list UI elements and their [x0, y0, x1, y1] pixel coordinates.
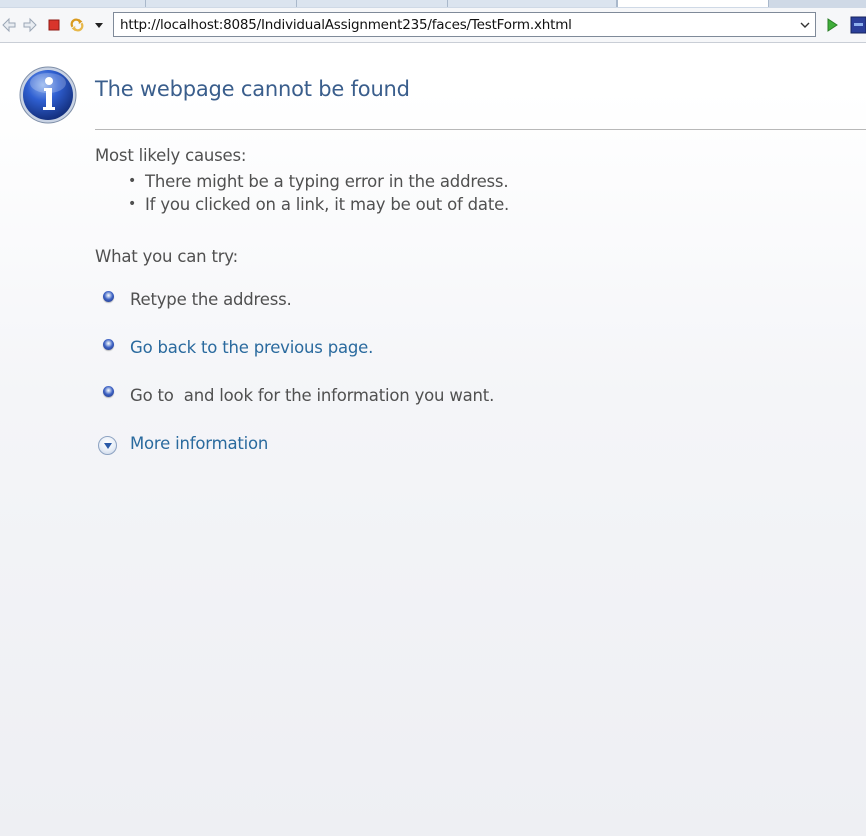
browser-tab-active[interactable]: [617, 0, 769, 7]
expand-circle-icon[interactable]: [98, 436, 117, 455]
refresh-icon: [70, 18, 84, 32]
bullet-sphere-icon: [103, 291, 114, 302]
bullet-sphere-icon: [103, 386, 114, 397]
page-title: The webpage cannot be found: [95, 77, 410, 101]
cause-item: If you clicked on a link, it may be out …: [145, 195, 510, 214]
chevron-down-icon: [95, 23, 103, 28]
forward-arrow-icon: [23, 17, 37, 33]
browser-tab[interactable]: [146, 0, 297, 7]
retype-address-text: Retype the address.: [130, 290, 292, 309]
browser-tab[interactable]: [0, 0, 146, 7]
forward-button[interactable]: [22, 17, 38, 33]
extension-button[interactable]: [850, 16, 866, 34]
extension-icon: [850, 16, 866, 34]
chevron-down-icon: [103, 442, 112, 449]
back-arrow-icon: [2, 17, 16, 33]
more-information-link[interactable]: More information: [130, 434, 268, 453]
bullet-sphere-icon: [103, 339, 114, 350]
stop-button[interactable]: [46, 17, 62, 33]
stop-icon: [48, 19, 60, 31]
go-button[interactable]: [824, 17, 840, 33]
title-divider: [95, 129, 866, 130]
go-back-link[interactable]: Go back to the previous page.: [130, 338, 373, 357]
toolbar-menu-button[interactable]: [91, 17, 107, 33]
address-bar[interactable]: http://localhost:8085/IndividualAssignme…: [113, 12, 816, 37]
browser-tab[interactable]: [297, 0, 448, 7]
cause-item: There might be a typing error in the add…: [145, 172, 509, 191]
go-arrow-icon: [827, 18, 838, 32]
try-heading: What you can try:: [95, 247, 239, 266]
chevron-down-icon: [800, 22, 810, 28]
address-dropdown-button[interactable]: [797, 16, 813, 33]
refresh-button[interactable]: [69, 17, 85, 33]
bullet-icon: •: [128, 173, 137, 189]
back-button[interactable]: [1, 17, 17, 33]
info-icon: [19, 66, 77, 124]
go-to-text: Go to and look for the information you w…: [130, 386, 495, 405]
bullet-icon: •: [128, 196, 137, 212]
browser-tab[interactable]: [448, 0, 617, 7]
causes-heading: Most likely causes:: [95, 146, 247, 165]
address-url[interactable]: http://localhost:8085/IndividualAssignme…: [120, 17, 572, 33]
browser-toolbar: http://localhost:8085/IndividualAssignme…: [0, 8, 866, 43]
